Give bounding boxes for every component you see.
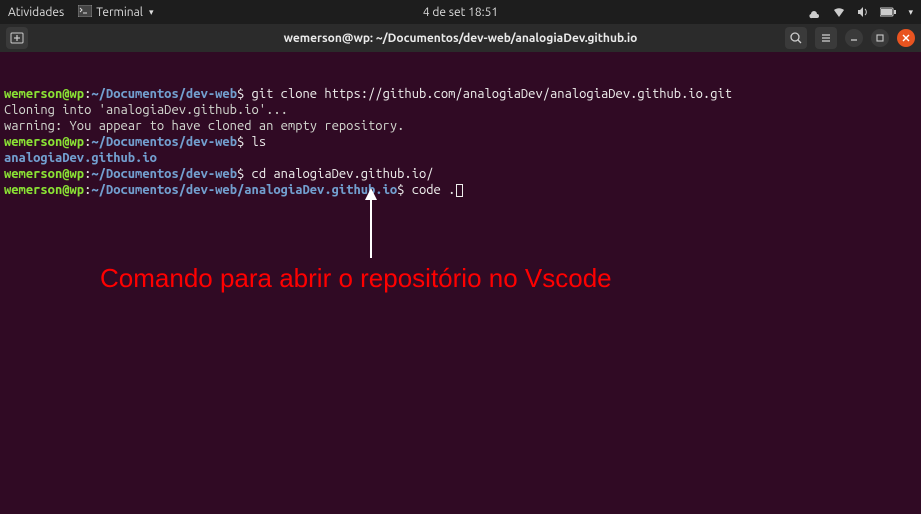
window-titlebar: wemerson@wp: ~/Documentos/dev-web/analog… — [0, 24, 921, 52]
cursor — [456, 184, 463, 197]
app-menu-label: Terminal — [96, 6, 143, 19]
topbar-left: Atividades Terminal ▾ — [8, 5, 153, 20]
terminal-line: wemerson@wp:~/Documentos/dev-web/analogi… — [4, 182, 917, 198]
annotation-text: Comando para abrir o repositório no Vsco… — [100, 270, 612, 286]
terminal-output: wemerson@wp:~/Documentos/dev-web$ git cl… — [4, 86, 917, 198]
new-tab-button[interactable] — [6, 27, 28, 49]
window-title: wemerson@wp: ~/Documentos/dev-web/analog… — [284, 32, 638, 45]
terminal-line: wemerson@wp:~/Documentos/dev-web$ cd ana… — [4, 166, 917, 182]
terminal-line: wemerson@wp:~/Documentos/dev-web$ ls — [4, 134, 917, 150]
battery-icon[interactable] — [880, 7, 896, 17]
close-button[interactable] — [897, 29, 915, 47]
gnome-top-bar: Atividades Terminal ▾ 4 de set 18:51 ▾ — [0, 0, 921, 24]
system-tray: ▾ — [808, 5, 913, 19]
chevron-down-icon: ▾ — [149, 7, 154, 18]
terminal-line: analogiaDev.github.io — [4, 150, 917, 166]
minimize-button[interactable] — [845, 29, 863, 47]
terminal-line: warning: You appear to have cloned an em… — [4, 118, 917, 134]
maximize-button[interactable] — [871, 29, 889, 47]
activities-button[interactable]: Atividades — [8, 6, 64, 19]
terminal-line: wemerson@wp:~/Documentos/dev-web$ git cl… — [4, 86, 917, 102]
terminal-line: Cloning into 'analogiaDev.github.io'... — [4, 102, 917, 118]
terminal-body[interactable]: wemerson@wp:~/Documentos/dev-web$ git cl… — [0, 52, 921, 514]
search-button[interactable] — [785, 27, 807, 49]
network-icon[interactable] — [832, 5, 846, 19]
system-menu-caret-icon[interactable]: ▾ — [908, 7, 913, 18]
weather-icon[interactable] — [808, 5, 822, 19]
terminal-icon — [78, 5, 92, 20]
clock[interactable]: 4 de set 18:51 — [423, 6, 498, 19]
app-menu[interactable]: Terminal ▾ — [78, 5, 153, 20]
hamburger-menu-button[interactable] — [815, 27, 837, 49]
annotation-arrow-icon — [362, 188, 380, 258]
volume-icon[interactable] — [856, 5, 870, 19]
